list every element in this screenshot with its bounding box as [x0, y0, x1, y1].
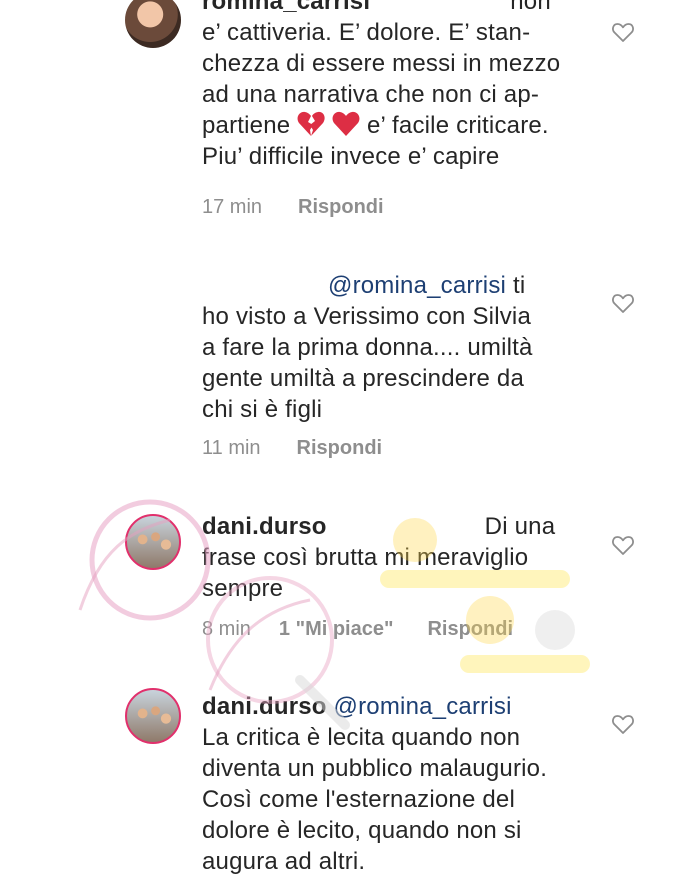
- comment-text: @romina_carrisi ti ho visto a Verissimo …: [202, 270, 597, 425]
- comment-text: dani.durso Di una frase così brutta mi me…: [202, 511, 597, 604]
- comment-mention[interactable]: @romina_carrisi: [334, 693, 512, 720]
- comment-meta: 8 min 1 "Mi piace" Rispondi: [202, 618, 513, 641]
- avatar[interactable]: [125, 688, 181, 744]
- heart-outline-icon[interactable]: [611, 712, 635, 736]
- comment-text-line: augura ad altri.: [202, 848, 366, 875]
- heart-outline-icon[interactable]: [611, 291, 635, 315]
- avatar[interactable]: [125, 0, 181, 48]
- comment-text-line: non: [510, 0, 551, 15]
- broken-heart-emoji: [297, 111, 325, 136]
- comment-meta: 11 min Rispondi: [202, 437, 382, 460]
- red-heart-emoji: [332, 111, 360, 136]
- heart-outline-icon[interactable]: [611, 533, 635, 557]
- comment-text-line: partiene e’ facile criticare.: [202, 111, 549, 139]
- comment-text-line: ad una narrativa che non ci ap-: [202, 81, 540, 108]
- comment-text-line: diventa un pubblico malaugurio.: [202, 755, 548, 782]
- avatar[interactable]: [125, 514, 181, 570]
- comment-text-line: gente umiltà a prescindere da: [202, 365, 524, 392]
- comment-text: romina_carrisi non e’ cattiveria. E’ dolo…: [202, 0, 597, 172]
- reply-button[interactable]: Rispondi: [297, 437, 383, 459]
- comment-meta: 17 min Rispondi: [202, 196, 384, 219]
- comment-text-line: e’ cattiveria. E’ dolore. E’ stan-: [202, 19, 531, 46]
- comment-text-line: a fare la prima donna.... umiltà: [202, 334, 533, 361]
- comment-text-line: chi si è figli: [202, 396, 323, 423]
- comment-username[interactable]: romina_carrisi: [202, 0, 370, 15]
- comment-text-line: chezza di essere messi in mezzo: [202, 50, 561, 77]
- comment-text-line: ho visto a Verissimo con Silvia: [202, 303, 532, 330]
- comment-text-line: Di una: [484, 513, 556, 540]
- comment-text-line: Piu’ difficile invece e’ capire: [202, 143, 500, 170]
- heart-outline-icon[interactable]: [611, 20, 635, 44]
- comment-time: 17 min: [202, 196, 263, 218]
- comment-mention[interactable]: @romina_carrisi: [328, 272, 506, 299]
- comment-text-line: frase così brutta mi meraviglio: [202, 544, 529, 571]
- comment-text-line: La critica è lecita quando non: [202, 724, 521, 751]
- comment-text-line: dolore è lecito, quando non si: [202, 817, 522, 844]
- comment-text-line: sempre: [202, 575, 284, 602]
- reply-button[interactable]: Rispondi: [427, 618, 513, 640]
- reply-button[interactable]: Rispondi: [298, 196, 384, 218]
- comment-text-line: ti: [512, 272, 526, 299]
- comment-text-line: Così come l'esternazione del: [202, 786, 516, 813]
- comment-username[interactable]: dani.durso: [202, 513, 327, 540]
- comment-time: 8 min: [202, 618, 251, 640]
- redacted-username: [202, 273, 328, 293]
- redacted-mention: [327, 514, 485, 534]
- redacted-mention: [370, 0, 510, 9]
- comment-username[interactable]: dani.durso: [202, 693, 327, 720]
- comment-text: dani.durso @romina_carrisi La critica è …: [202, 691, 597, 877]
- comment-time: 11 min: [202, 437, 261, 459]
- likes-count[interactable]: 1 "Mi piace": [279, 618, 394, 640]
